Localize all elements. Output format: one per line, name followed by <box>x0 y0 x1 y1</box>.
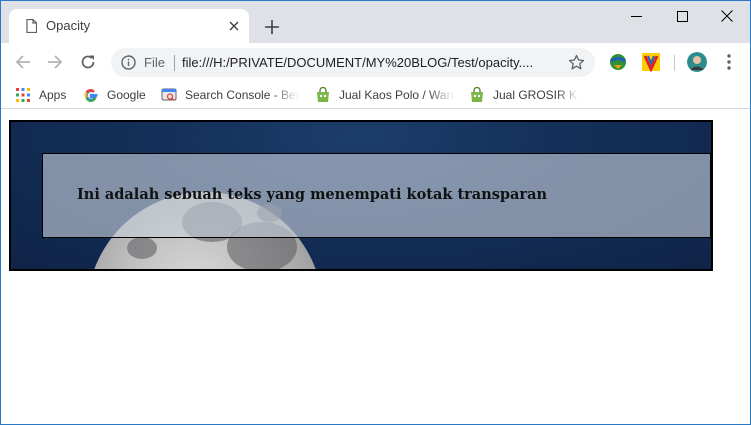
tab-close-icon[interactable] <box>225 17 243 35</box>
shop-bag-icon <box>471 87 483 102</box>
bookmark-label: Jual Kaos Polo / Wang <box>339 88 455 102</box>
page-content: Ini adalah sebuah teks yang menempati ko… <box>1 110 750 424</box>
bookmark-kaos-polo[interactable]: Jual Kaos Polo / Wang <box>315 85 455 105</box>
new-tab-plus-icon[interactable] <box>261 16 283 38</box>
back-arrow-icon[interactable] <box>11 50 35 74</box>
omnibox-divider <box>174 55 175 71</box>
tab-title: Opacity <box>46 18 91 33</box>
browser-window: Opacity File file:///H:/PRIVATE/DOCUMENT… <box>0 0 751 425</box>
kebab-menu-icon[interactable] <box>721 52 737 72</box>
window-close-icon[interactable] <box>704 1 750 31</box>
apps-grid-icon <box>16 88 30 102</box>
tab-strip: Opacity <box>1 1 750 43</box>
google-icon <box>84 89 98 102</box>
bookmark-grosir-kaos[interactable]: Jual GROSIR Kaos 3D <box>469 85 579 105</box>
download-manager-extension-icon[interactable] <box>608 52 628 72</box>
bookmark-label: Search Console - Bera <box>185 88 299 102</box>
shop-bag-icon <box>317 87 329 102</box>
bookmark-apps[interactable]: Apps <box>15 85 75 105</box>
bookmark-search-console[interactable]: Search Console - Bera <box>161 85 299 105</box>
search-console-icon <box>161 88 177 102</box>
transparent-box: Ini adalah sebuah teks yang menempati ko… <box>42 153 711 238</box>
transparent-box-text: Ini adalah sebuah teks yang menempati ko… <box>77 186 548 203</box>
maximize-icon[interactable] <box>659 1 705 31</box>
info-icon[interactable] <box>121 55 136 70</box>
bookmark-label: Apps <box>39 88 67 102</box>
forward-arrow-icon[interactable] <box>43 50 67 74</box>
night-sky-background: Ini adalah sebuah teks yang menempati ko… <box>9 120 713 271</box>
bookmarks-bar: Apps Google Search Console - Bera Jual K… <box>1 81 750 109</box>
bookmark-star-icon[interactable] <box>568 54 585 71</box>
reload-icon[interactable] <box>76 50 100 74</box>
document-icon <box>26 19 37 33</box>
v-extension-icon[interactable] <box>641 52 661 72</box>
toolbar-divider <box>674 55 675 71</box>
tab-opacity[interactable]: Opacity <box>9 9 249 43</box>
profile-avatar-icon[interactable] <box>687 52 707 72</box>
bookmark-label: Jual GROSIR Kaos 3D <box>493 88 579 102</box>
bookmark-label: Google <box>107 88 146 102</box>
bookmark-google[interactable]: Google <box>83 85 153 105</box>
url-scheme-label: File <box>144 55 165 70</box>
toolbar: File file:///H:/PRIVATE/DOCUMENT/MY%20BL… <box>1 43 750 81</box>
url-text[interactable]: file:///H:/PRIVATE/DOCUMENT/MY%20BLOG/Te… <box>182 55 533 70</box>
address-bar[interactable]: File file:///H:/PRIVATE/DOCUMENT/MY%20BL… <box>111 48 595 77</box>
minimize-icon[interactable] <box>613 1 659 31</box>
